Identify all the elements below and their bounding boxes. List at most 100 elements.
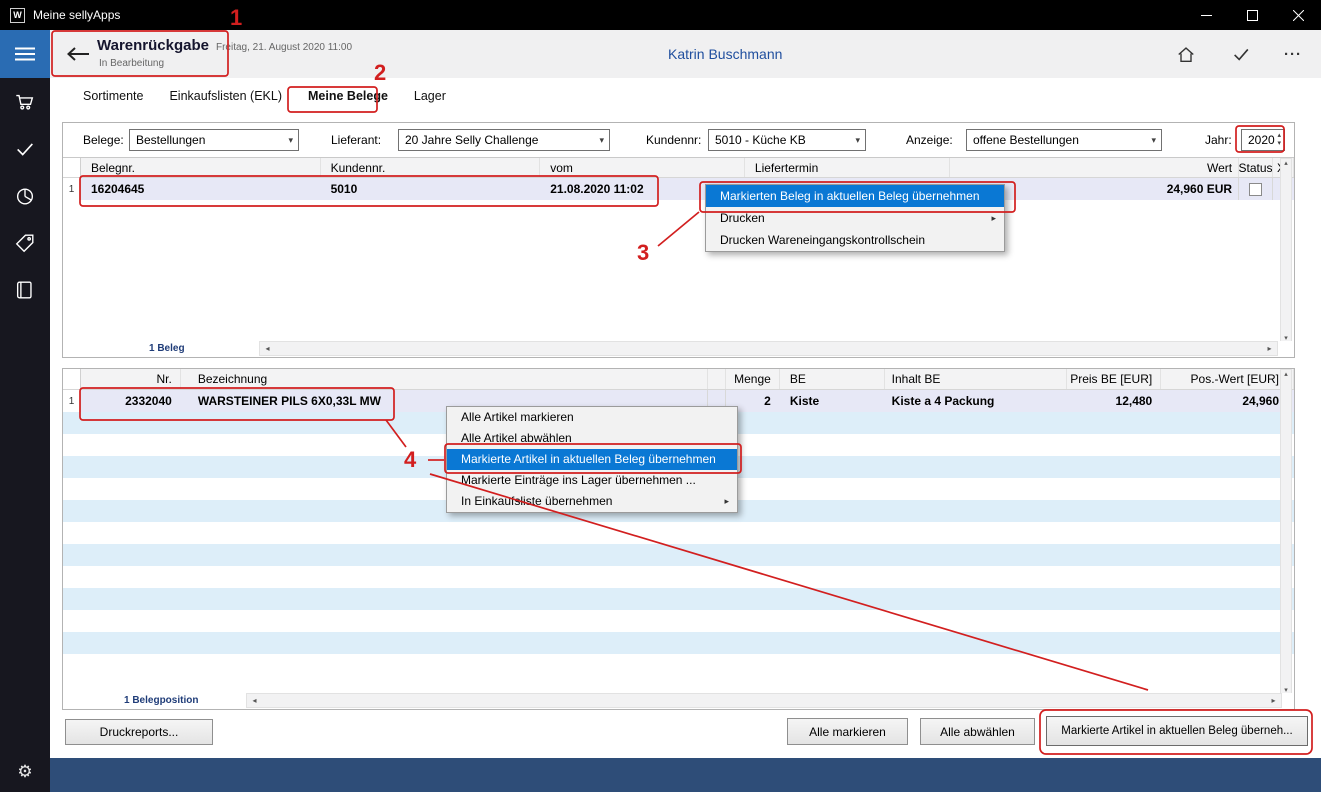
tab-bar: Sortimente Einkaufslisten (EKL) Meine Be…: [50, 78, 1321, 114]
hamburger-icon: [15, 47, 35, 61]
documents-horizontal-scrollbar[interactable]: ◂ ▸: [259, 341, 1278, 356]
sidebar-item-cart[interactable]: [0, 78, 50, 125]
col-bezeichnung[interactable]: Bezeichnung: [181, 369, 708, 389]
sidebar-item-catalog[interactable]: [0, 266, 50, 313]
druckreports-button[interactable]: Druckreports...: [65, 719, 213, 745]
scroll-right-icon[interactable]: ▸: [1262, 344, 1277, 353]
kundennr-dropdown[interactable]: 5010 - Küche KB ▾: [708, 129, 866, 151]
belege-value: Bestellungen: [136, 133, 205, 147]
cell-belegnr: 16204645: [81, 178, 321, 200]
positions-vertical-scrollbar[interactable]: ▴ ▾: [1280, 369, 1292, 695]
chevron-down-icon: ▾: [855, 135, 860, 146]
col-menge[interactable]: Menge: [726, 369, 780, 389]
anzeige-dropdown[interactable]: offene Bestellungen ▾: [966, 129, 1162, 151]
scroll-right-icon[interactable]: ▸: [1266, 696, 1281, 705]
back-button[interactable]: [62, 42, 94, 66]
tab-einkaufslisten[interactable]: Einkaufslisten (EKL): [156, 89, 295, 103]
jahr-spinner[interactable]: 2020 ▴▾: [1241, 129, 1285, 151]
spinner-arrows-icon[interactable]: ▴▾: [1277, 132, 1281, 148]
window-controls: [1183, 0, 1321, 30]
col-inhalt-be[interactable]: Inhalt BE: [885, 369, 1068, 389]
more-options-button[interactable]: ···: [1278, 42, 1308, 66]
col-be[interactable]: BE: [780, 369, 885, 389]
col-status[interactable]: Status: [1239, 158, 1273, 177]
cell-inhalt-be: Kiste a 4 Packung: [885, 390, 1068, 412]
lieferant-value: 20 Jahre Selly Challenge: [405, 133, 538, 147]
menu-item-drucken-wareneingangskontrollschein[interactable]: Drucken Wareneingangskontrollschein: [706, 229, 1004, 251]
col-nr[interactable]: Nr.: [81, 369, 181, 389]
menu-item-alle-artikel-abwaehlen[interactable]: Alle Artikel abwählen: [447, 428, 737, 449]
submenu-arrow-icon: ▸: [724, 491, 729, 512]
anzeige-label: Anzeige:: [906, 133, 953, 147]
menu-item-markierten-beleg-uebernehmen[interactable]: Markierten Beleg in aktuellen Beleg über…: [706, 185, 1004, 207]
scroll-up-icon[interactable]: ▴: [1284, 370, 1288, 378]
home-button[interactable]: [1171, 42, 1201, 66]
gear-icon: ⚙: [17, 762, 32, 782]
jahr-value: 2020: [1248, 133, 1275, 147]
lieferant-label: Lieferant:: [331, 133, 381, 147]
menu-item-drucken[interactable]: Drucken ▸: [706, 207, 1004, 229]
page-date: Freitag, 21. August 2020 11:00: [216, 42, 352, 53]
belege-dropdown[interactable]: Bestellungen ▾: [129, 129, 299, 151]
titlebar: W Meine sellyApps: [0, 0, 1321, 30]
documents-grid-header: Belegnr. Kundennr. vom Liefertermin Wert…: [63, 157, 1294, 178]
alle-markieren-button[interactable]: Alle markieren: [787, 718, 908, 745]
back-arrow-icon: [65, 45, 91, 63]
tab-sortimente[interactable]: Sortimente: [70, 89, 156, 103]
col-kundennr[interactable]: Kundennr.: [321, 158, 541, 177]
scroll-left-icon[interactable]: ◂: [260, 344, 275, 353]
row-number-header: [63, 369, 81, 389]
scroll-left-icon[interactable]: ◂: [247, 696, 262, 705]
page-title: Warenrückgabe: [97, 37, 209, 54]
uebernehmen-button[interactable]: Markierte Artikel in aktuellen Beleg übe…: [1046, 716, 1308, 746]
kundennr-label: Kundennr:: [646, 133, 701, 147]
settings-button[interactable]: ⚙: [0, 757, 50, 787]
positions-horizontal-scrollbar[interactable]: ◂ ▸: [246, 693, 1282, 708]
positions-footer: 1 Belegposition ◂ ▸: [63, 693, 1294, 709]
col-preis-be[interactable]: Preis BE [EUR]: [1067, 369, 1161, 389]
hamburger-menu-button[interactable]: [0, 30, 50, 78]
scroll-up-icon[interactable]: ▴: [1284, 159, 1288, 167]
jahr-label: Jahr:: [1205, 133, 1232, 147]
document-row[interactable]: 1 16204645 5010 21.08.2020 11:02 24,960 …: [63, 178, 1294, 200]
sidebar-item-prices[interactable]: [0, 219, 50, 266]
col-pos-wert[interactable]: Pos.-Wert [EUR]: [1161, 369, 1294, 389]
confirm-button[interactable]: [1226, 42, 1256, 66]
sidebar-item-tasks[interactable]: [0, 125, 50, 172]
close-button[interactable]: [1275, 0, 1321, 30]
minimize-button[interactable]: [1183, 0, 1229, 30]
menu-item-alle-artikel-markieren[interactable]: Alle Artikel markieren: [447, 407, 737, 428]
cell-kundennr: 5010: [321, 178, 541, 200]
kundennr-value: 5010 - Küche KB: [715, 133, 806, 147]
lieferant-dropdown[interactable]: 20 Jahre Selly Challenge ▾: [398, 129, 610, 151]
menu-item-in-einkaufsliste[interactable]: In Einkaufsliste übernehmen ▸: [447, 491, 737, 512]
documents-vertical-scrollbar[interactable]: ▴ ▾: [1280, 158, 1292, 343]
maximize-button[interactable]: [1229, 0, 1275, 30]
position-count: 1 Belegposition: [124, 695, 198, 706]
menu-item-markierte-artikel-uebernehmen[interactable]: Markierte Artikel in aktuellen Beleg übe…: [447, 449, 737, 470]
user-name: Katrin Buschmann: [668, 46, 782, 62]
chevron-down-icon: ▾: [1151, 135, 1156, 146]
checkmark-icon: [14, 138, 36, 160]
minimize-icon: [1201, 10, 1212, 21]
alle-abwaehlen-button[interactable]: Alle abwählen: [920, 718, 1035, 745]
menu-item-markierte-eintraege-lager[interactable]: Markierte Einträge ins Lager übernehmen …: [447, 470, 737, 491]
col-spacer: [708, 369, 726, 389]
close-icon: [1293, 10, 1304, 21]
home-icon: [1175, 44, 1197, 64]
check-icon: [1230, 44, 1252, 64]
book-icon: [14, 279, 36, 301]
tab-meine-belege[interactable]: Meine Belege: [295, 89, 401, 103]
positions-grid-header: Nr. Bezeichnung Menge BE Inhalt BE Preis…: [63, 369, 1294, 390]
tab-lager[interactable]: Lager: [401, 89, 459, 103]
col-belegnr[interactable]: Belegnr.: [81, 158, 321, 177]
col-liefertermin[interactable]: Liefertermin: [745, 158, 950, 177]
sidebar-item-statistics[interactable]: [0, 172, 50, 219]
status-checkbox[interactable]: [1249, 183, 1262, 196]
col-vom[interactable]: vom: [540, 158, 745, 177]
beleg-context-menu: Markierten Beleg in aktuellen Beleg über…: [705, 184, 1005, 252]
col-wert[interactable]: Wert: [950, 158, 1240, 177]
row-number: 1: [63, 178, 81, 200]
tag-icon: [14, 232, 36, 254]
app-logo-icon: W: [10, 8, 25, 23]
